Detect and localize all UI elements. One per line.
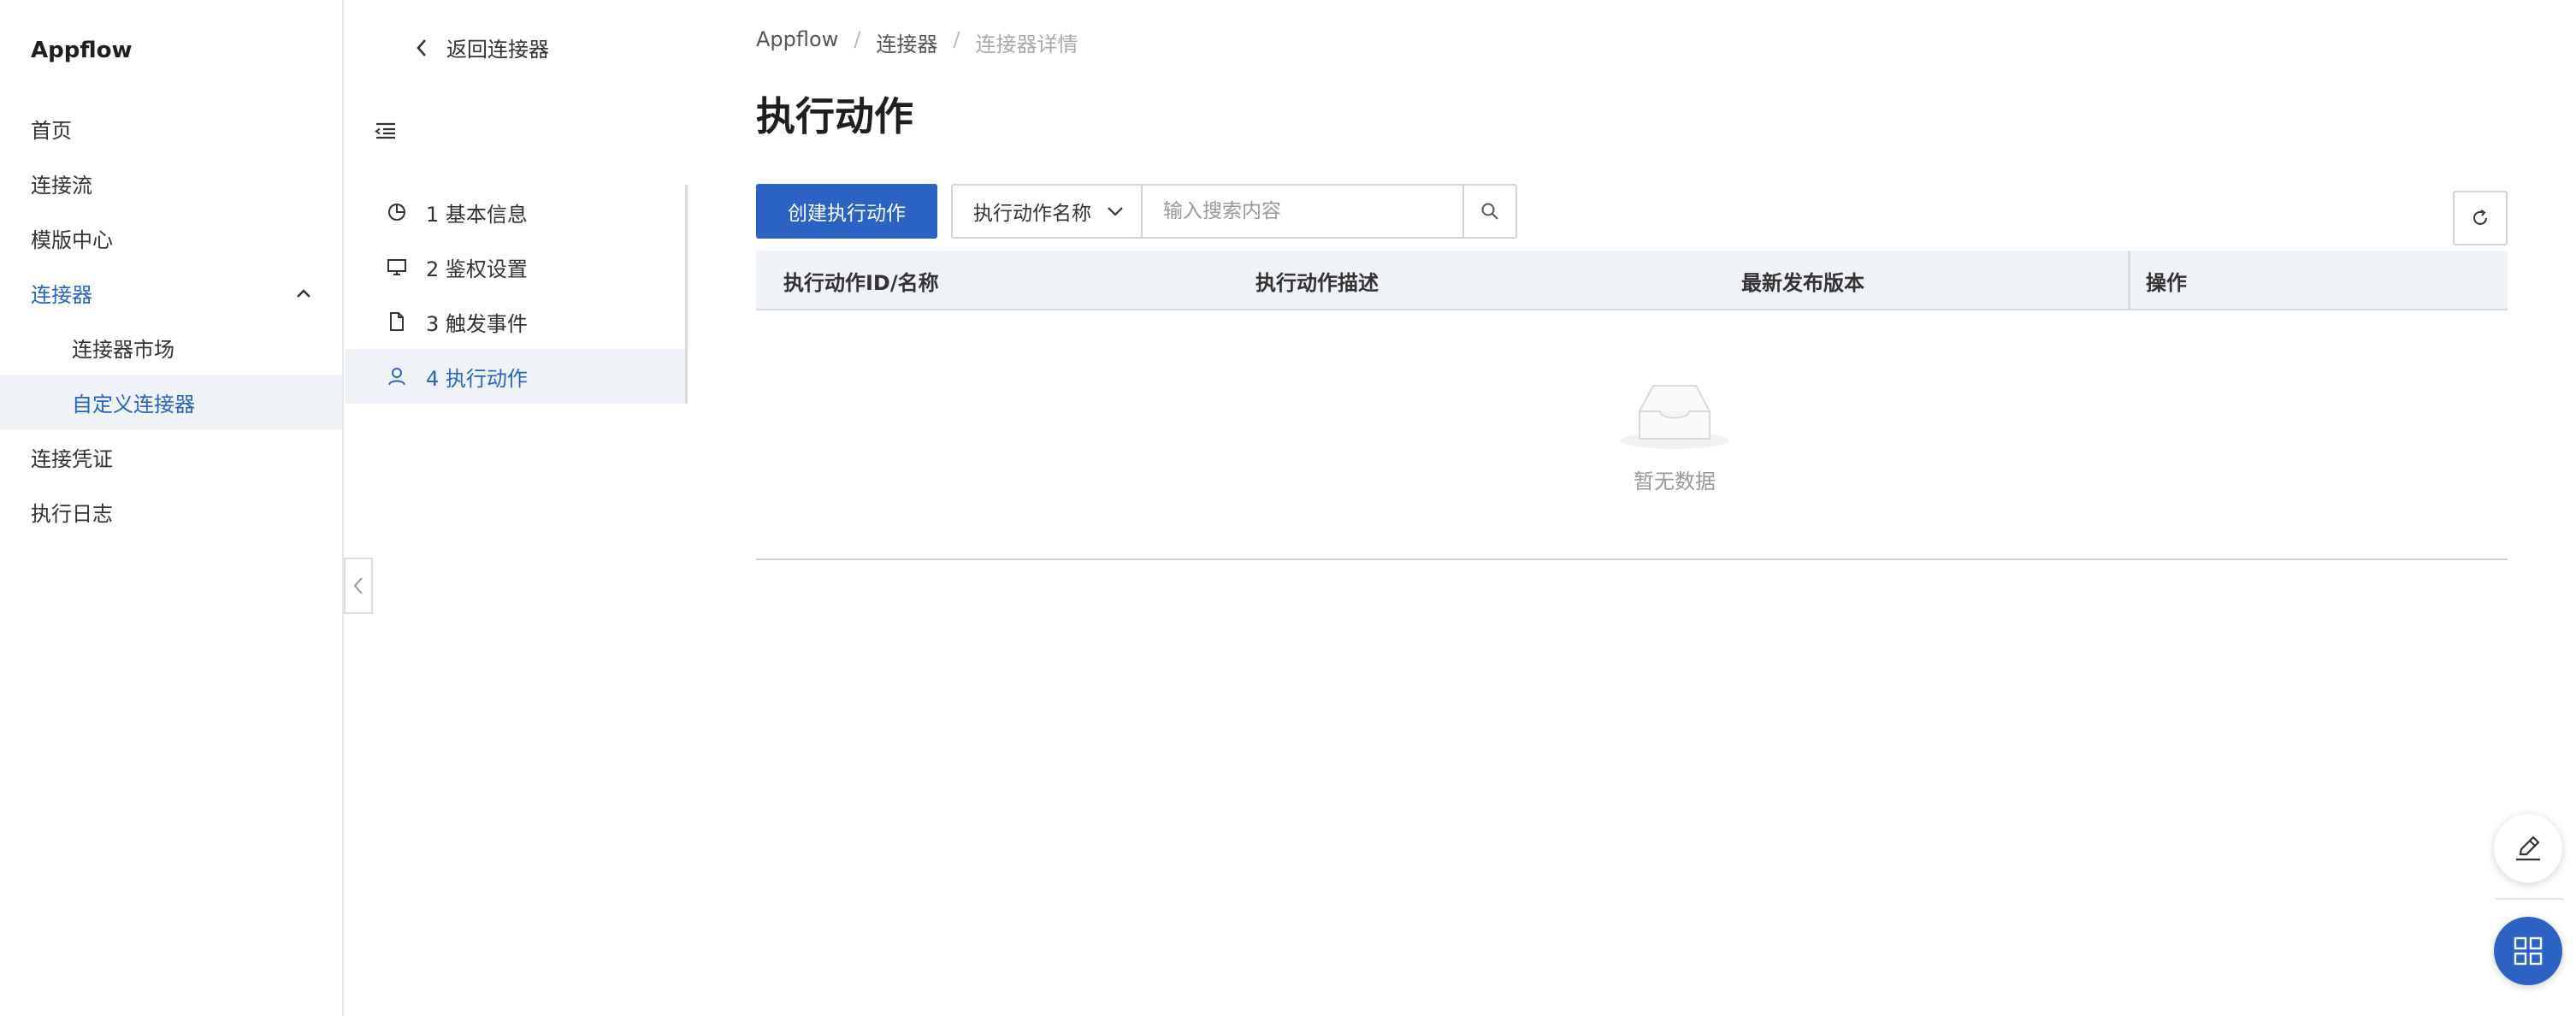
breadcrumb: Appflow / 连接器 / 连接器详情 bbox=[756, 27, 1078, 57]
grid-icon bbox=[2514, 936, 2543, 966]
sidebar-item-connectors[interactable]: 连接器 bbox=[0, 265, 342, 320]
step-label: 4 执行动作 bbox=[426, 366, 528, 391]
menu-collapse-icon[interactable] bbox=[375, 120, 397, 142]
sidebar-item-flows[interactable]: 连接流 bbox=[0, 156, 342, 210]
empty-state-text: 暂无数据 bbox=[1634, 470, 1716, 493]
actions-table: 执行动作ID/名称 执行动作描述 最新发布版本 操作 暂无数据 bbox=[756, 251, 2508, 560]
table-header: 执行动作ID/名称 执行动作描述 最新发布版本 操作 bbox=[756, 251, 2508, 310]
back-to-connectors-link[interactable]: 返回连接器 bbox=[416, 32, 549, 62]
file-icon bbox=[390, 312, 404, 331]
sidebar-item-logs[interactable]: 执行日志 bbox=[0, 484, 342, 539]
steps-list: 1 基本信息 2 鉴权设置 3 触发事件 4 执行动作 bbox=[346, 185, 688, 404]
sidebar-item-connector-market[interactable]: 连接器市场 bbox=[0, 320, 342, 375]
step-actions[interactable]: 4 执行动作 bbox=[346, 349, 685, 404]
column-header-id-name: 执行动作ID/名称 bbox=[783, 270, 939, 295]
table-body: 暂无数据 bbox=[756, 310, 2508, 560]
fab-divider bbox=[2496, 898, 2564, 900]
search-icon bbox=[1481, 203, 1498, 220]
breadcrumb-separator: / bbox=[953, 27, 960, 51]
pie-chart-icon bbox=[388, 204, 405, 221]
breadcrumb-item-appflow[interactable]: Appflow bbox=[756, 27, 838, 57]
monitor-icon bbox=[387, 259, 406, 275]
breadcrumb-separator: / bbox=[854, 27, 861, 51]
sidebar-item-home[interactable]: 首页 bbox=[0, 101, 342, 156]
chevron-left-icon bbox=[417, 38, 426, 56]
search-group: 执行动作名称 bbox=[951, 184, 1517, 239]
step-basic-info[interactable]: 1 基本信息 bbox=[346, 185, 685, 239]
refresh-icon bbox=[2473, 210, 2487, 225]
search-button[interactable] bbox=[1462, 186, 1515, 237]
chevron-up-icon bbox=[297, 289, 310, 298]
back-label: 返回连接器 bbox=[446, 38, 549, 62]
step-label: 3 触发事件 bbox=[426, 311, 528, 336]
step-auth-settings[interactable]: 2 鉴权设置 bbox=[346, 239, 685, 294]
column-header-latest-version: 最新发布版本 bbox=[1741, 270, 1864, 295]
sidebar-item-templates[interactable]: 模版中心 bbox=[0, 210, 342, 265]
select-value: 执行动作名称 bbox=[973, 203, 1091, 225]
edit-icon bbox=[2516, 836, 2540, 861]
app-title: Appflow bbox=[31, 38, 133, 63]
chevron-left-icon bbox=[353, 577, 363, 594]
empty-inbox-icon bbox=[1620, 385, 1729, 449]
apps-menu-button[interactable] bbox=[2494, 917, 2562, 985]
column-header-description: 执行动作描述 bbox=[1256, 270, 1379, 295]
sidebar-item-label: 连接器 bbox=[31, 282, 92, 307]
breadcrumb-item-connectors[interactable]: 连接器 bbox=[876, 27, 937, 57]
user-icon bbox=[388, 368, 405, 386]
sidebar-collapse-handle[interactable] bbox=[344, 558, 373, 614]
step-label: 2 鉴权设置 bbox=[426, 257, 528, 281]
page-title: 执行动作 bbox=[756, 93, 913, 139]
search-field-select[interactable]: 执行动作名称 bbox=[953, 186, 1143, 237]
create-action-button[interactable]: 创建执行动作 bbox=[756, 184, 937, 239]
breadcrumb-item-current: 连接器详情 bbox=[975, 32, 1078, 56]
feedback-edit-button[interactable] bbox=[2494, 814, 2562, 883]
connector-steps-panel: 返回连接器 1 基本信息 2 鉴权设置 3 触发事件 4 执行动作 bbox=[346, 0, 689, 1016]
step-trigger-events[interactable]: 3 触发事件 bbox=[346, 294, 685, 349]
sidebar-item-credentials[interactable]: 连接凭证 bbox=[0, 429, 342, 484]
search-input[interactable] bbox=[1143, 186, 1462, 237]
sidebar-nav: 首页 连接流 模版中心 连接器 连接器市场 自定义连接器 连接凭证 执行日志 bbox=[0, 101, 342, 539]
empty-state: 暂无数据 bbox=[1591, 377, 1758, 494]
main-sidebar: Appflow 首页 连接流 模版中心 连接器 连接器市场 自定义连接器 连接凭… bbox=[0, 0, 344, 1016]
refresh-button[interactable] bbox=[2453, 191, 2508, 245]
column-header-operations: 操作 bbox=[2128, 251, 2187, 310]
step-label: 1 基本信息 bbox=[426, 202, 528, 227]
sidebar-item-custom-connectors[interactable]: 自定义连接器 bbox=[0, 375, 342, 429]
chevron-down-icon bbox=[1108, 207, 1123, 216]
